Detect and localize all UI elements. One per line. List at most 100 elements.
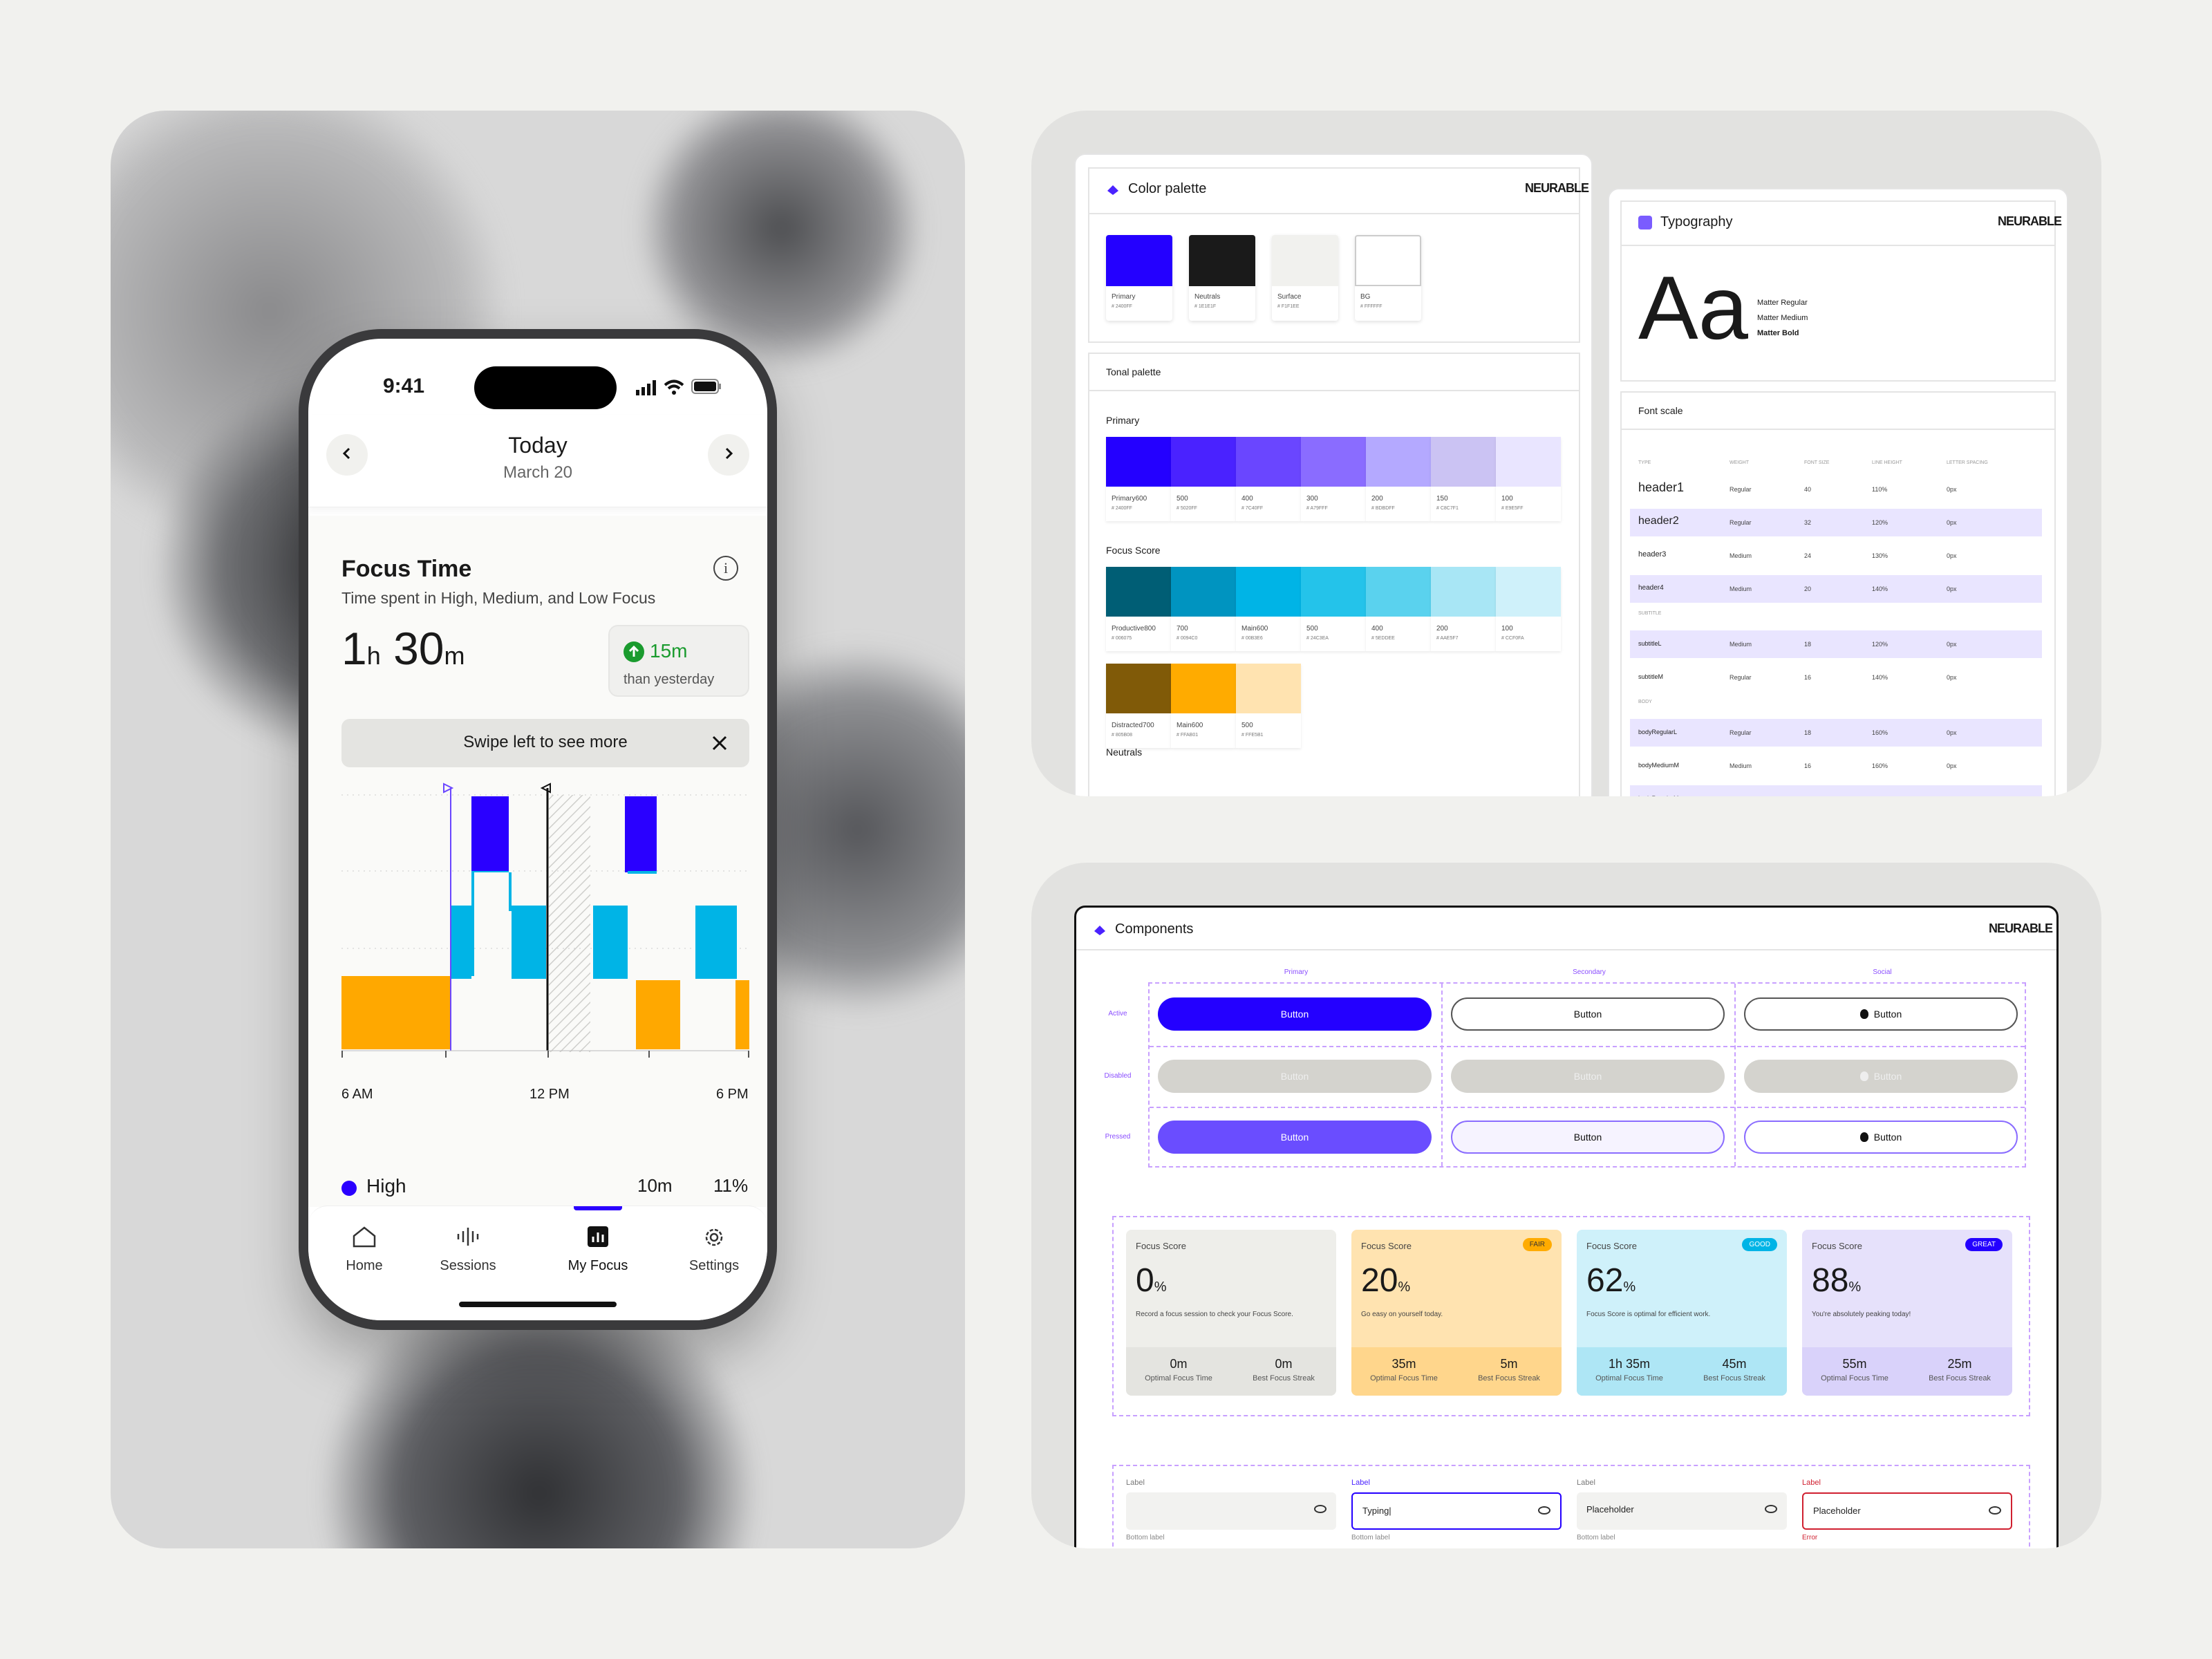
focus-score-card: Focus Score FAIR 20% Go easy on yourself to… [1351,1230,1562,1396]
focus-score-stat: 1h 35m Optimal Focus Time [1577,1347,1682,1396]
brand-logo: NEURABLE [1989,921,2053,935]
font-scale-type: header4 [1638,584,1664,592]
field-input[interactable]: Typing| [1351,1492,1562,1530]
button-sample[interactable]: Button [1451,1060,1725,1093]
stat-label: Optimal Focus Time [1370,1374,1438,1382]
tone-swatch: 200 # BDBDFF [1366,437,1431,521]
legend-dot [341,1181,357,1196]
low-focus-block [636,980,680,1049]
delta-badge: 15m than yesterday [608,625,749,697]
font-scale-lh: 160% [1872,762,1888,769]
tone-name: 400 [1241,495,1253,503]
eye-icon[interactable] [1538,1506,1550,1515]
field-input[interactable] [1126,1492,1336,1530]
button-sample[interactable]: Button [1451,1121,1725,1154]
color-chip [1355,235,1421,286]
legend-label: High [366,1175,406,1197]
field-input[interactable]: Placeholder [1802,1492,2012,1530]
color-swatch-card: Primary # 2400FF [1106,235,1172,321]
color-name: Surface [1277,293,1302,301]
button-sample[interactable]: Button [1451,997,1725,1031]
phone-screen: 9:41 Today March 20 Focus Time Time spen… [308,339,767,1320]
eye-icon[interactable] [1989,1506,2001,1515]
button-sample[interactable]: Button [1744,1060,2018,1093]
info-icon[interactable]: i [713,556,738,581]
field-value: Typing| [1362,1506,1391,1516]
font-scale-column-header: TYPE [1638,460,1651,465]
font-scale-size: 20 [1804,585,1812,592]
focus-score-stat: 25m Best Focus Streak [1907,1347,2012,1396]
tone-name: Productive800 [1112,625,1156,632]
stat-label: Best Focus Streak [1478,1374,1540,1382]
focus-score-unit: % [1848,1280,1862,1295]
nav-item-sessions[interactable]: Sessions [426,1226,510,1281]
chevron-right-icon [723,447,734,464]
tone-swatch: Primary600 # 2400FF [1106,437,1171,521]
home-indicator [459,1302,617,1307]
tone-name: 200 [1371,495,1383,503]
eye-icon[interactable] [1314,1505,1327,1513]
delta-label: than yesterday [624,672,715,687]
button-label: Button [1573,1071,1602,1082]
color-chip [1189,235,1255,286]
font-scale-type: header1 [1638,480,1685,495]
font-scale-lh: 140% [1872,674,1888,681]
font-scale-column-header: WEIGHT [1730,460,1749,465]
swipe-hint-text: Swipe left to see more [463,733,628,751]
font-scale-ls: 0px [1947,762,1957,769]
button-sample[interactable]: Button [1158,1060,1432,1093]
brand-logo: NEURABLE [1998,214,2062,228]
bottom-nav: Home Sessions My Focus Settings [308,1206,767,1320]
font-scale-ls: 0px [1947,674,1957,681]
focus-score-stat: 35m Optimal Focus Time [1351,1347,1456,1396]
eye-icon[interactable] [1765,1505,1777,1513]
nav-item-my-focus[interactable]: My Focus [556,1226,640,1281]
text-field: Label Typing| Bottom label [1351,1479,1562,1541]
color-swatch-card: Neutrals # 1E1E1F [1189,235,1255,321]
tone-chip [1301,437,1366,487]
axis-tick-label: 6 PM [716,1087,749,1102]
typography-header: Typography NEURABLE [1620,200,2062,245]
phone-mockup: 9:41 Today March 20 Focus Time Time spen… [299,329,777,1330]
focus-score-card: Focus Score GREAT 88% You're absolutely pea… [1802,1230,2012,1396]
field-label: Label [1126,1479,1145,1487]
field-input[interactable]: Placeholder [1577,1492,1787,1530]
font-scale-type: bodyRegularM [1638,795,1679,796]
font-scale-size: 24 [1804,552,1812,559]
focus-score-description: You're absolutely peaking today! [1812,1311,1911,1318]
typography-card: Typography NEURABLE Aa Matter Regular Ma… [1608,188,2068,796]
tone-swatch: 400 # 5EDDEE [1366,567,1431,651]
close-icon[interactable] [711,734,729,752]
button-row-header: Active [1108,1010,1127,1018]
nav-item-settings[interactable]: Settings [672,1226,756,1281]
home-icon [352,1226,377,1250]
button-sample[interactable]: Button [1744,1121,2018,1154]
arrow-up-icon [624,641,644,662]
focus-score-number: 20 [1361,1262,1398,1299]
nav-label: Sessions [440,1258,496,1273]
brand-logo: NEURABLE [1525,181,1589,195]
button-sample[interactable]: Button [1158,1121,1432,1154]
font-scale-lh: 140% [1872,585,1888,592]
button-sample[interactable]: Button [1744,997,2018,1031]
tone-hex: # 7C40FF [1241,506,1264,511]
font-scale-ls: 0px [1947,486,1957,493]
nav-item-home[interactable]: Home [322,1226,406,1281]
font-scale-weight: Medium [1730,762,1752,769]
button-sample[interactable]: Button [1158,997,1432,1031]
font-scale-ls: 0px [1947,641,1957,648]
swipe-hint-banner: Swipe left to see more [341,719,749,767]
font-scale-size: 18 [1804,729,1812,736]
font-scale-weight: Regular [1730,519,1752,526]
typography-icon [1638,216,1652,229]
focus-score-unit: % [1398,1280,1411,1295]
next-day-button[interactable] [708,434,749,476]
tone-swatch: 500 # FFE5B1 [1236,664,1301,748]
color-palette-header: Color palette NEURABLE [1088,167,1589,213]
font-scale-weight: Medium [1730,641,1752,648]
tone-chip [1171,567,1236,617]
nav-label: My Focus [568,1258,628,1273]
tone-swatch: 150 # C8C7F1 [1431,437,1496,521]
field-bottom-label: Bottom label [1577,1534,1615,1541]
button-label: Button [1873,1009,1902,1020]
